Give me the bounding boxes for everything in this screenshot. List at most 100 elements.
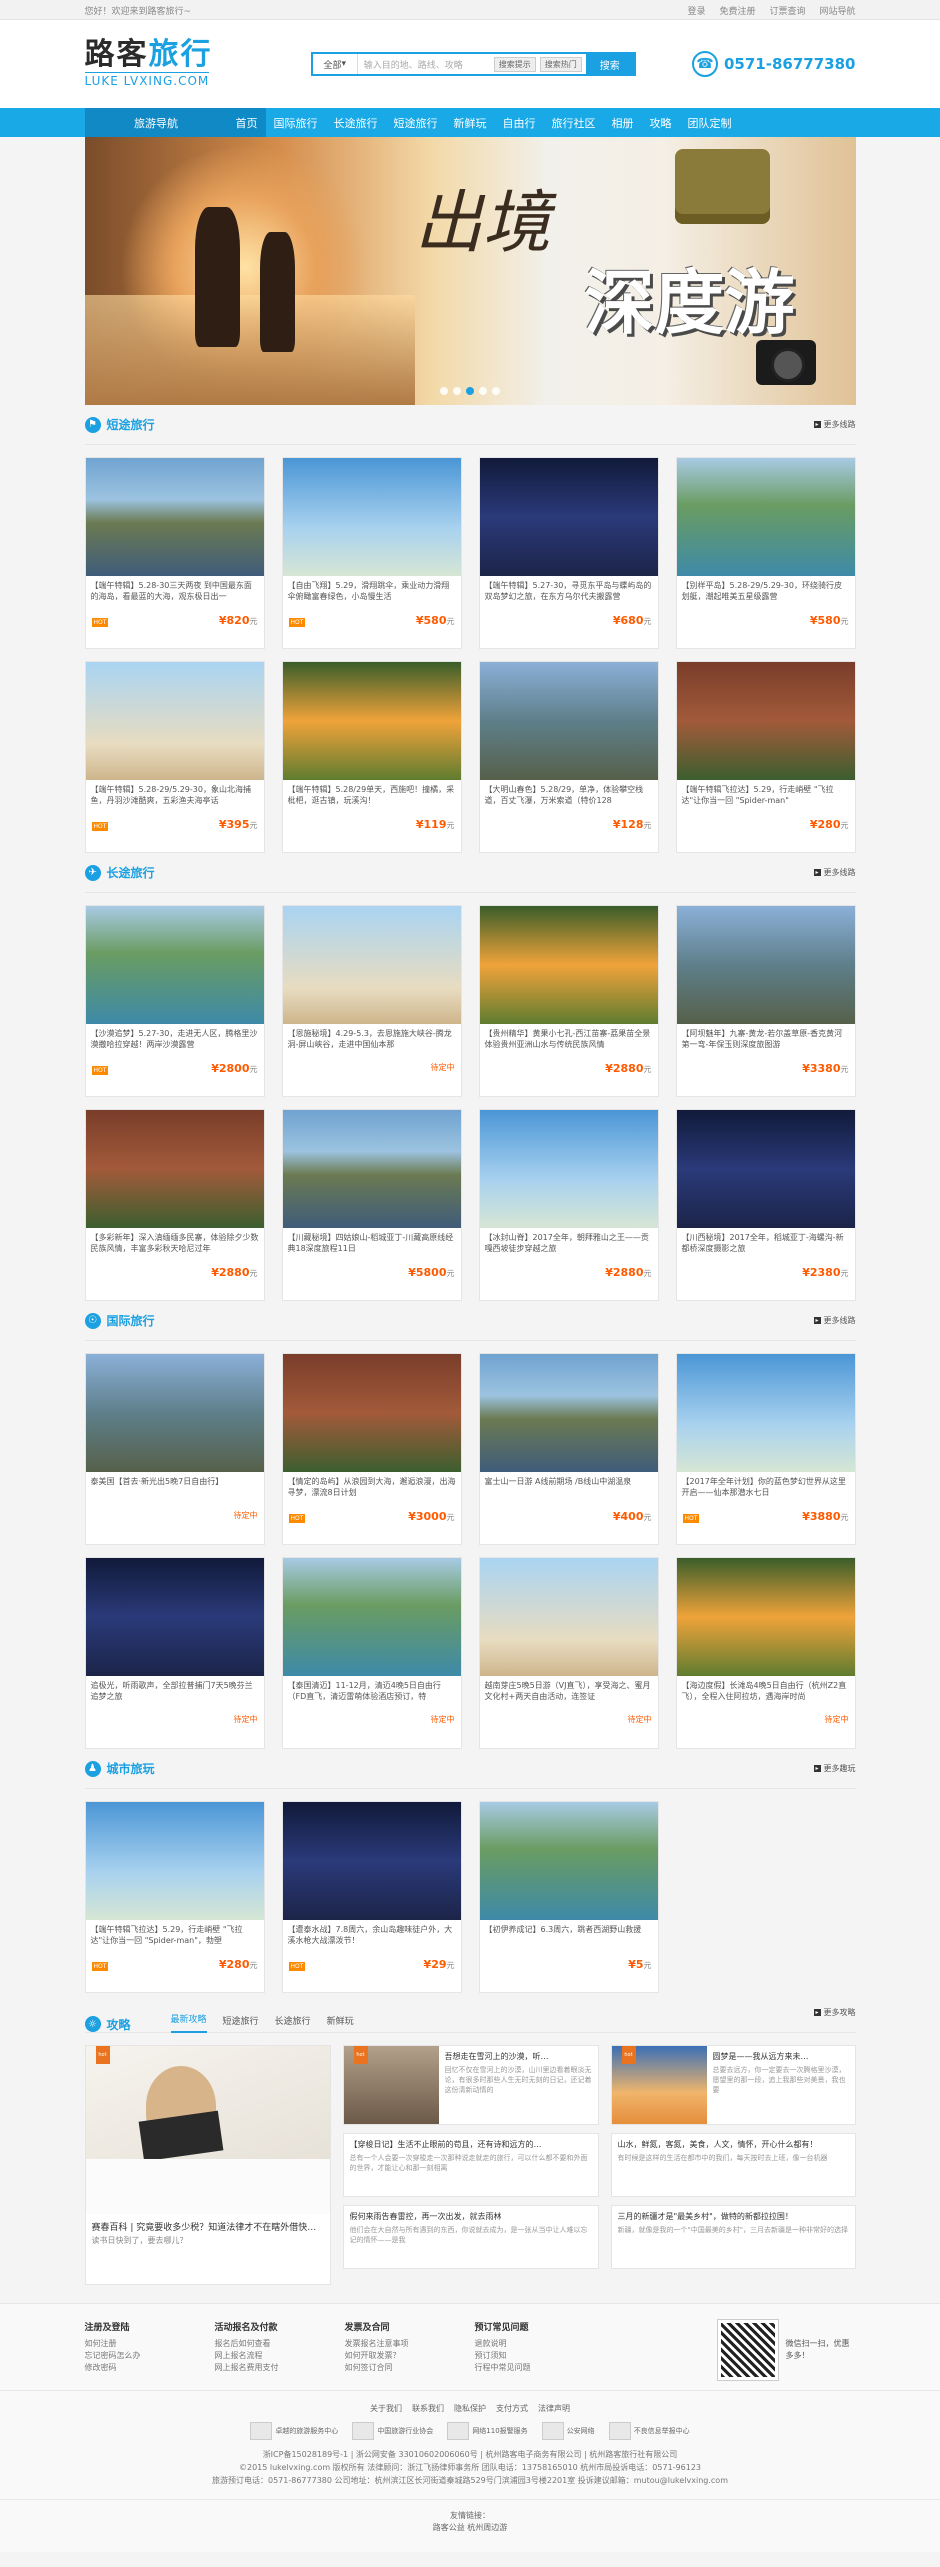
product-card[interactable]: 【贵州精华】黄果小七孔-西江苗寨-荔果苗全景体验贵州亚洲山水与传统民族风情 ¥2… [478,905,659,1097]
product-card[interactable]: 【川西秘境】2017全年，稻城亚丁-海螺沟-新都桥深度摄影之旅 ¥2380元 [675,1109,856,1301]
product-card[interactable]: 追极光，听雨歌声，全部拉普捕门7天5晚芬兰追梦之旅 待定中 [84,1557,265,1749]
footer-link[interactable]: 如何签订合同 [345,2362,445,2374]
product-image[interactable] [85,1802,264,1920]
product-card[interactable]: 【初伊养成记】6.3周六，跳者西湖野山救援 ¥5元 [478,1801,659,1993]
product-image[interactable] [282,662,461,780]
section-more-link[interactable]: ▸ 更多线路 [813,419,856,430]
nav-item-fresh-fun[interactable]: 新鲜玩 [446,108,495,137]
product-card[interactable]: 【阿坝魅年】九寨-黄龙-若尔盖草原-香克黄河第一弯-年保玉则深度旅图游 ¥338… [675,905,856,1097]
footer-link[interactable]: 报名后如何查看 [215,2338,315,2350]
logo[interactable]: 路客旅行 LUKE LVXING.COM [84,40,255,88]
product-image[interactable] [676,662,855,780]
product-image[interactable] [479,1802,658,1920]
product-image[interactable] [479,1558,658,1676]
product-image[interactable] [479,906,658,1024]
tab-fresh-fun[interactable]: 新鲜玩 [327,2014,354,2033]
nav-item-long-trip[interactable]: 长途旅行 [326,108,386,137]
footer-link[interactable]: 行程中常见问题 [475,2362,575,2374]
nav-category-head[interactable]: 旅游导航 [84,108,228,137]
strategy-post[interactable]: 【穿梭日记】生活不止眼前的苟且，还有诗和远方的… 总有一个人会要一次穿梭走一次那种… [342,2133,599,2197]
product-card[interactable]: 【恩施秘境】4.29-5.3，去恩施施大峡谷-腾龙洞-屏山峡谷，走进中国仙本那 … [281,905,462,1097]
product-image[interactable] [282,1354,461,1472]
product-image[interactable] [676,906,855,1024]
product-card[interactable]: 【端午特辑】5.28/29单天，西施吧！撞橘，采枇杷，逛古镇，玩溪沟！ ¥119… [281,661,462,853]
product-card[interactable]: 【遭泰水战】7.8周六，余山岛趣味徒户外，大溪水枪大战漂泼节！ HOT ¥29元 [281,1801,462,1993]
login-link[interactable]: 登录 [687,4,705,17]
product-card[interactable]: 【沙漠追梦】5.27-30，走进无人区，腾格里沙漠撒哈拉穿越！两岸沙漠露营 HO… [84,905,265,1097]
product-image[interactable] [85,906,264,1024]
product-image[interactable] [676,458,855,576]
product-image[interactable] [282,906,461,1024]
product-card[interactable]: 【海边度假】长滩岛4晚5日自由行（杭州Z2直飞），全程入住阿拉坊，遇海岸时尚 待… [675,1557,856,1749]
footer-link-privacy[interactable]: 隐私保护 [454,2403,486,2414]
nav-item-international[interactable]: 国际旅行 [266,108,326,137]
product-card[interactable]: 【端午特辑】5.28-29/5.29-30，象山北海捕鱼，丹羽沙滩酷爽，五彩渔夫… [84,661,265,853]
footer-link[interactable]: 如何注册 [85,2338,185,2350]
nav-item-home[interactable]: 首页 [227,108,266,137]
nav-item-strategy[interactable]: 攻略 [642,108,680,137]
section-more-link[interactable]: ▸ 更多趣玩 [813,1763,856,1774]
product-card[interactable]: 【别样平岛】5.28-29/5.29-30，环绕骑行皮划艇，潮起唯美五星级露营 … [675,457,856,649]
footer-link[interactable]: 预订须知 [475,2350,575,2362]
footer-link-payment[interactable]: 支付方式 [496,2403,528,2414]
banner-dot[interactable] [453,387,461,395]
friend-links-list[interactable]: 路客公益 杭州周边游 [0,2522,940,2534]
order-query-link[interactable]: 订票查询 [769,4,805,17]
strategy-featured-post[interactable]: hot 赛春百科 | 究竟要收多少税？知道法律才不在瞎外借快… 读书日快到了，要… [84,2045,331,2285]
product-card[interactable]: 越南芽庄5晚5日游（VJ直飞），享受海之、蜜月文化村+两天自由活动，连签证 待定… [478,1557,659,1749]
footer-link[interactable]: 发票报名注意事项 [345,2338,445,2350]
trust-badge[interactable]: 中国旅游行业协会 [352,2422,433,2440]
trust-badge[interactable]: 公安网络 [541,2422,595,2440]
trust-badge[interactable]: 不良信息举报中心 [608,2422,690,2440]
section-more-link[interactable]: ▸ 更多线路 [813,1315,856,1326]
product-card[interactable]: 富士山一日游 A线前期场 /B线山中湖温泉 ¥400元 [478,1353,659,1545]
footer-link-legal[interactable]: 法律声明 [538,2403,570,2414]
product-card[interactable]: 【情定的岛屿】从浪园到大海，邂逅浪漫，出海寻梦，漂流8日计划 HOT ¥3000… [281,1353,462,1545]
hero-banner[interactable]: 出境 深度游 [84,137,856,405]
site-nav-link[interactable]: 网站导航 [819,4,855,17]
footer-link[interactable]: 网上报名费用支付 [215,2362,315,2374]
product-image[interactable] [479,1354,658,1472]
product-image[interactable] [85,1354,264,1472]
product-image[interactable] [85,1110,264,1228]
footer-link-contact[interactable]: 联系我们 [412,2403,444,2414]
nav-item-album[interactable]: 相册 [604,108,642,137]
strategy-post[interactable]: hot 吾想走在雪河上的沙漠，听… 回忆不仅在雪河上的沙漠，山川里边看着眼淡无论，… [342,2045,599,2125]
tab-long-trip[interactable]: 长途旅行 [275,2014,311,2033]
nav-item-free-travel[interactable]: 自由行 [495,108,544,137]
product-card[interactable]: 【多彩新年】深入滇缅缅多民寨，体验除夕少数民族风情，丰富多彩秋天哈尼过年 ¥28… [84,1109,265,1301]
product-image[interactable] [282,1110,461,1228]
product-card[interactable]: 【自由飞翔】5.29，滑翔跳伞，乘业动力滑翔伞俯瞰富春绿色，小岛慢生活 HOT … [281,457,462,649]
nav-item-team-custom[interactable]: 团队定制 [680,108,740,137]
product-card[interactable]: 【端午特辑飞拉达】5.29，行走峭壁 "飞拉达"让你当一回 "Spider-ma… [675,661,856,853]
tab-short-trip[interactable]: 短途旅行 [223,2014,259,2033]
product-card[interactable]: 【端午特辑】5.27-30，寻觅东平岛与蝶屿岛的双岛梦幻之旅，在东方乌尔代夫搬露… [478,457,659,649]
footer-link[interactable]: 退款说明 [475,2338,575,2350]
product-image[interactable] [85,662,264,780]
footer-link[interactable]: 修改密码 [85,2362,185,2374]
footer-link-about[interactable]: 关于我们 [370,2403,402,2414]
nav-item-short-trip[interactable]: 短途旅行 [386,108,446,137]
register-link[interactable]: 免费注册 [719,4,755,17]
product-image[interactable] [479,458,658,576]
product-image[interactable] [85,1558,264,1676]
footer-link[interactable]: 忘记密码怎么办 [85,2350,185,2362]
banner-dot[interactable] [492,387,500,395]
product-card[interactable]: 【泰国清迈】11-12月，清迈4晚5日自由行（FD直飞，清迈雷萌体验酒店预订，特… [281,1557,462,1749]
search-scope-select[interactable]: 全部 ▾ [313,54,358,74]
product-card[interactable]: 【川藏秘境】四姑娘山-稻城亚丁-川藏高原线经典18深度旅程11日 ¥5800元 [281,1109,462,1301]
product-card[interactable]: 泰美国【首去·新光出5晚7日自由行】 待定中 [84,1353,265,1545]
product-image[interactable] [479,662,658,780]
search-input[interactable]: 输入目的地、路线、攻略 [358,58,494,71]
product-card[interactable]: 【2017年全年计划】你的蓝色梦幻世界从这里开启——仙本那潜水七日 HOT ¥3… [675,1353,856,1545]
strategy-post[interactable]: 三月的新疆才是"最美乡村"，做特的新都拉拉国！ 新疆，就像是我的一个"中国最美的乡… [610,2205,856,2269]
product-image[interactable] [85,458,264,576]
banner-dot[interactable] [440,387,448,395]
product-image[interactable] [479,1110,658,1228]
footer-link[interactable]: 网上报名流程 [215,2350,315,2362]
product-image[interactable] [282,1558,461,1676]
product-card[interactable]: 【大明山春色】5.28/29，单净，体验攀空栈道，百丈飞瀑，万米索道（特价128… [478,661,659,853]
product-card[interactable]: 【端午特辑飞拉达】5.29，行走峭壁 "飞拉达"让你当一回 "Spider-ma… [84,1801,265,1993]
product-card[interactable]: 【冰封山脊】2017全年，朝拜雅山之王——贡嘎西坡徒步穿越之旅 ¥2880元 [478,1109,659,1301]
trust-badge[interactable]: 卓越的旅游服务中心 [250,2422,338,2440]
